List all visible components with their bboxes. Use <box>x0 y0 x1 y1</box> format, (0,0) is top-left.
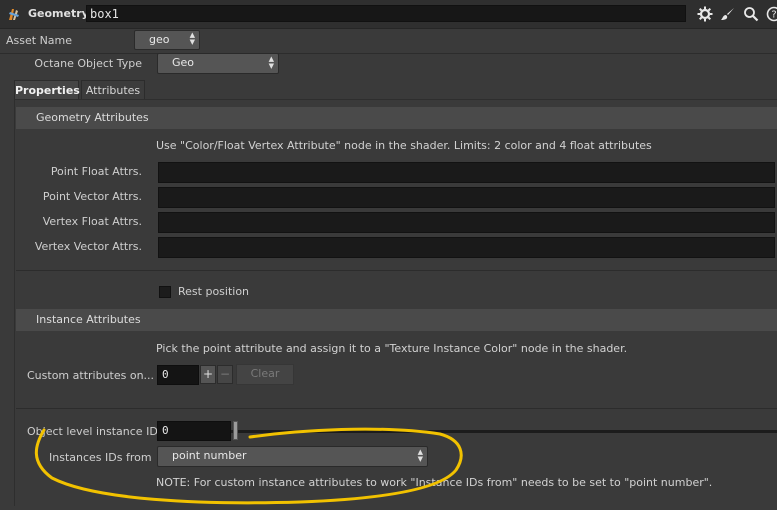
vertex-float-attrs-label: Vertex Float Attrs. <box>42 215 142 228</box>
updown-arrows-icon: ▲ ▼ <box>268 55 274 70</box>
divider <box>0 53 777 54</box>
node-type-label: Geometry <box>28 7 89 20</box>
search-icon[interactable] <box>743 6 759 22</box>
geometry-attributes-header[interactable]: Geometry Attributes <box>16 107 777 129</box>
object-type-menu[interactable]: Geo ▲ ▼ <box>157 53 279 74</box>
updown-arrows-icon: ▲ ▼ <box>417 448 423 463</box>
rest-position-label: Rest position <box>178 285 250 298</box>
asset-name-label: Asset Name <box>6 34 73 47</box>
instances-ids-from-menu[interactable]: point number ▲ ▼ <box>157 446 428 467</box>
instances-ids-from-label: Instances IDs from <box>49 451 152 464</box>
tab-properties[interactable]: Properties <box>14 80 80 100</box>
custom-attributes-count-field[interactable]: 0 <box>157 365 199 385</box>
asset-name-value: geo <box>149 33 170 46</box>
tab-attributes[interactable]: Attributes <box>81 80 145 100</box>
object-type-value: Geo <box>172 56 195 69</box>
instance-id-slider-handle[interactable] <box>233 421 238 440</box>
tab-panel <box>14 99 777 506</box>
point-float-attrs-label: Point Float Attrs. <box>50 165 142 178</box>
instance-attributes-header[interactable]: Instance Attributes <box>16 309 777 331</box>
houdini-logo-icon[interactable] <box>6 6 22 22</box>
rest-position-checkbox[interactable] <box>159 286 171 298</box>
instance-attributes-note: Pick the point attribute and assign it t… <box>156 342 628 355</box>
node-name-field[interactable]: box1 <box>86 5 686 22</box>
instance-id-slider-track[interactable] <box>231 430 777 433</box>
asset-name-menu[interactable]: geo ▲ ▼ <box>134 30 200 50</box>
divider <box>16 408 777 409</box>
vertex-float-attrs-field[interactable] <box>158 212 775 233</box>
object-type-label: Octane Object Type <box>34 57 142 70</box>
vertex-vector-attrs-label: Vertex Vector Attrs. <box>34 240 142 253</box>
clear-button[interactable]: Clear <box>236 364 294 385</box>
remove-button[interactable]: − <box>217 365 233 384</box>
help-icon[interactable]: ? <box>766 6 777 22</box>
object-level-instance-id-field[interactable]: 0 <box>157 421 231 441</box>
gear-icon[interactable] <box>697 6 713 22</box>
divider <box>16 270 777 271</box>
point-vector-attrs-field[interactable] <box>158 187 775 208</box>
geometry-attributes-note: Use "Color/Float Vertex Attribute" node … <box>156 139 652 152</box>
svg-text:?: ? <box>771 10 776 21</box>
brush-icon[interactable] <box>720 6 736 22</box>
add-button[interactable]: + <box>200 365 216 384</box>
custom-attributes-label: Custom attributes on... <box>27 369 155 382</box>
object-level-instance-id-label: Object level instance ID <box>27 425 158 438</box>
instances-ids-from-value: point number <box>172 449 247 462</box>
instance-ids-footnote: NOTE: For custom instance attributes to … <box>156 476 713 489</box>
point-float-attrs-field[interactable] <box>158 162 775 183</box>
vertex-vector-attrs-field[interactable] <box>158 237 775 258</box>
point-vector-attrs-label: Point Vector Attrs. <box>42 190 142 203</box>
updown-arrows-icon: ▲ ▼ <box>189 31 195 46</box>
